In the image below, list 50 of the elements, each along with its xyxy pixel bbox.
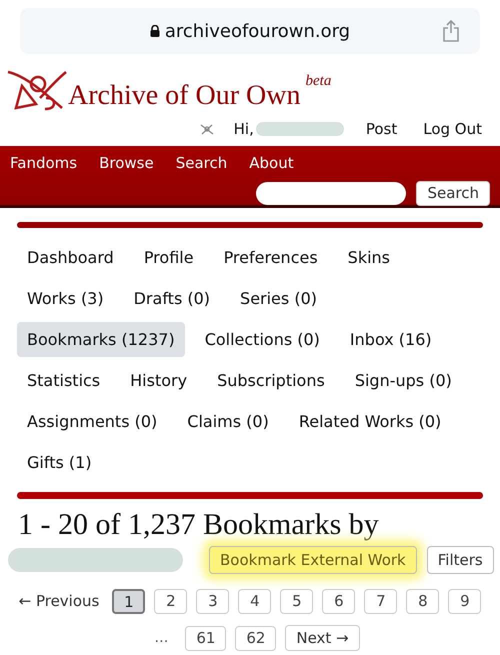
dashboard-tab[interactable]: Statistics xyxy=(17,363,110,398)
page-button[interactable]: 8 xyxy=(406,589,440,614)
share-icon[interactable] xyxy=(442,20,460,42)
user-nav-link[interactable]: Post xyxy=(366,118,398,140)
previous-link[interactable]: ← Previous xyxy=(18,590,100,613)
beta-label: beta xyxy=(306,72,332,91)
user-nav-link[interactable]: Log Out xyxy=(423,118,482,140)
dashboard-tab[interactable]: Bookmarks (1237) xyxy=(17,322,185,357)
page-button[interactable]: 6 xyxy=(322,589,356,614)
dashboard-tab[interactable]: Dashboard xyxy=(17,240,124,275)
lock-icon xyxy=(150,25,160,37)
dashboard-tab[interactable]: Drafts (0) xyxy=(124,281,220,316)
dashboard-tab[interactable]: Subscriptions xyxy=(207,363,335,398)
dashboard-tab[interactable]: Series (0) xyxy=(230,281,327,316)
action-button[interactable]: Filters xyxy=(426,546,494,574)
nav-link[interactable]: About xyxy=(249,152,294,174)
page-button[interactable]: 61 xyxy=(185,626,226,650)
nav-link[interactable]: Fandoms xyxy=(10,152,78,174)
next-page-button[interactable]: Next → xyxy=(285,625,360,651)
page-button[interactable]: 3 xyxy=(196,589,230,614)
nav-link[interactable]: Browse xyxy=(99,152,154,174)
dashboard-tab[interactable]: Gifts (1) xyxy=(17,445,102,480)
dashboard-tab[interactable]: Collections (0) xyxy=(194,322,330,357)
nav-link[interactable]: Search xyxy=(176,152,228,174)
search-button[interactable]: Search xyxy=(416,180,490,206)
dashboard-tab[interactable]: Inbox (16) xyxy=(340,322,442,357)
user-icon[interactable] xyxy=(200,123,214,135)
dashboard-tab[interactable]: Assignments (0) xyxy=(17,404,168,439)
page-button[interactable]: 7 xyxy=(364,589,398,614)
dashboard-tab[interactable]: Claims (0) xyxy=(177,404,279,439)
dashboard-tab[interactable]: Profile xyxy=(134,240,204,275)
page-heading: 1 - 20 of 1,237 Bookmarks by xyxy=(17,510,380,540)
page-button[interactable]: 9 xyxy=(448,589,482,614)
page-button[interactable]: 2 xyxy=(154,589,188,614)
page-button[interactable]: 4 xyxy=(238,589,272,614)
action-button[interactable]: Bookmark External Work xyxy=(209,546,417,574)
dashboard-tab[interactable]: Related Works (0) xyxy=(288,404,452,439)
page-button[interactable]: 62 xyxy=(235,626,276,650)
site-title[interactable]: Archive of Our Own xyxy=(68,82,300,110)
greeting-text: Hi, xyxy=(234,118,254,140)
search-field[interactable] xyxy=(256,182,406,204)
dashboard-tab[interactable]: Preferences xyxy=(214,240,328,275)
dashboard-tab[interactable]: Skins xyxy=(338,240,400,275)
pagination-ellipsis: … xyxy=(154,628,168,648)
logo-icon[interactable] xyxy=(6,68,68,112)
dashboard-tab[interactable]: Sign-ups (0) xyxy=(344,363,462,398)
page-button[interactable]: 1 xyxy=(112,589,146,614)
dashboard-tab[interactable]: History xyxy=(120,363,198,398)
dashboard-tab[interactable]: Works (3) xyxy=(17,281,114,316)
page-button[interactable]: 5 xyxy=(280,589,314,614)
